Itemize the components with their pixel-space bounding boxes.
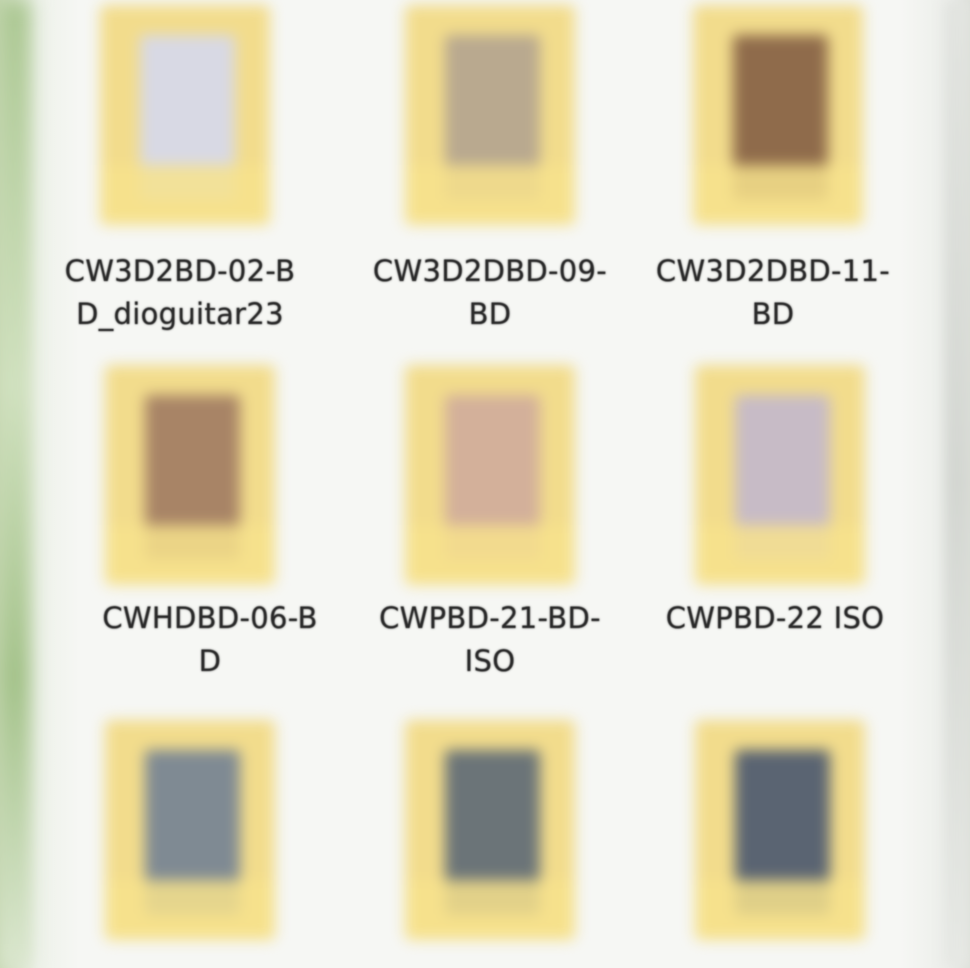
folder-label-line2: BD — [468, 297, 512, 331]
folder-label-line1: CWPBD-21-BD- — [379, 601, 601, 635]
folder-icon[interactable] — [405, 720, 575, 940]
folder-item[interactable] — [75, 710, 345, 968]
folder-label-line1: CWHDBD-06-B — [102, 601, 318, 635]
folder-icon[interactable] — [105, 720, 275, 940]
folder-icon[interactable] — [405, 5, 575, 225]
folder-item[interactable]: CW3D2BD-02-B D_dioguitar23 — [45, 0, 315, 350]
folder-label-line2: ISO — [464, 644, 516, 678]
folder-label-line2: BD — [751, 297, 795, 331]
folder-item[interactable]: CWHDBD-06-B D — [75, 360, 345, 690]
folder-label-line1: CWPBD-22 ISO — [665, 601, 885, 635]
folder-label-line2: D — [198, 644, 222, 678]
folder-label-line1: CW3D2BD-02-B — [64, 254, 296, 288]
folder-icon[interactable] — [405, 365, 575, 585]
file-explorer-view: CW3D2BD-02-B D_dioguitar23 CW3D2DBD-09- … — [0, 0, 970, 968]
folder-icon[interactable] — [695, 720, 865, 940]
folder-item[interactable]: CWPBD-21-BD- ISO — [355, 360, 625, 690]
folder-item[interactable] — [355, 710, 625, 968]
folder-label-line2: D_dioguitar23 — [76, 297, 284, 331]
folder-item[interactable]: CW3D2DBD-09- BD — [355, 0, 625, 350]
folder-item[interactable]: CW3D2DBD-11- BD — [638, 0, 908, 350]
folder-icon[interactable] — [105, 365, 275, 585]
folder-label-line1: CW3D2DBD-09- — [372, 254, 608, 288]
folder-item[interactable] — [640, 710, 910, 968]
folder-grid: CW3D2BD-02-B D_dioguitar23 CW3D2DBD-09- … — [0, 0, 970, 968]
folder-item[interactable]: CWPBD-22 ISO — [640, 360, 910, 690]
folder-icon[interactable] — [100, 5, 270, 225]
folder-icon[interactable] — [693, 5, 863, 225]
folder-label-line1: CW3D2DBD-11- — [655, 254, 891, 288]
folder-icon[interactable] — [695, 365, 865, 585]
